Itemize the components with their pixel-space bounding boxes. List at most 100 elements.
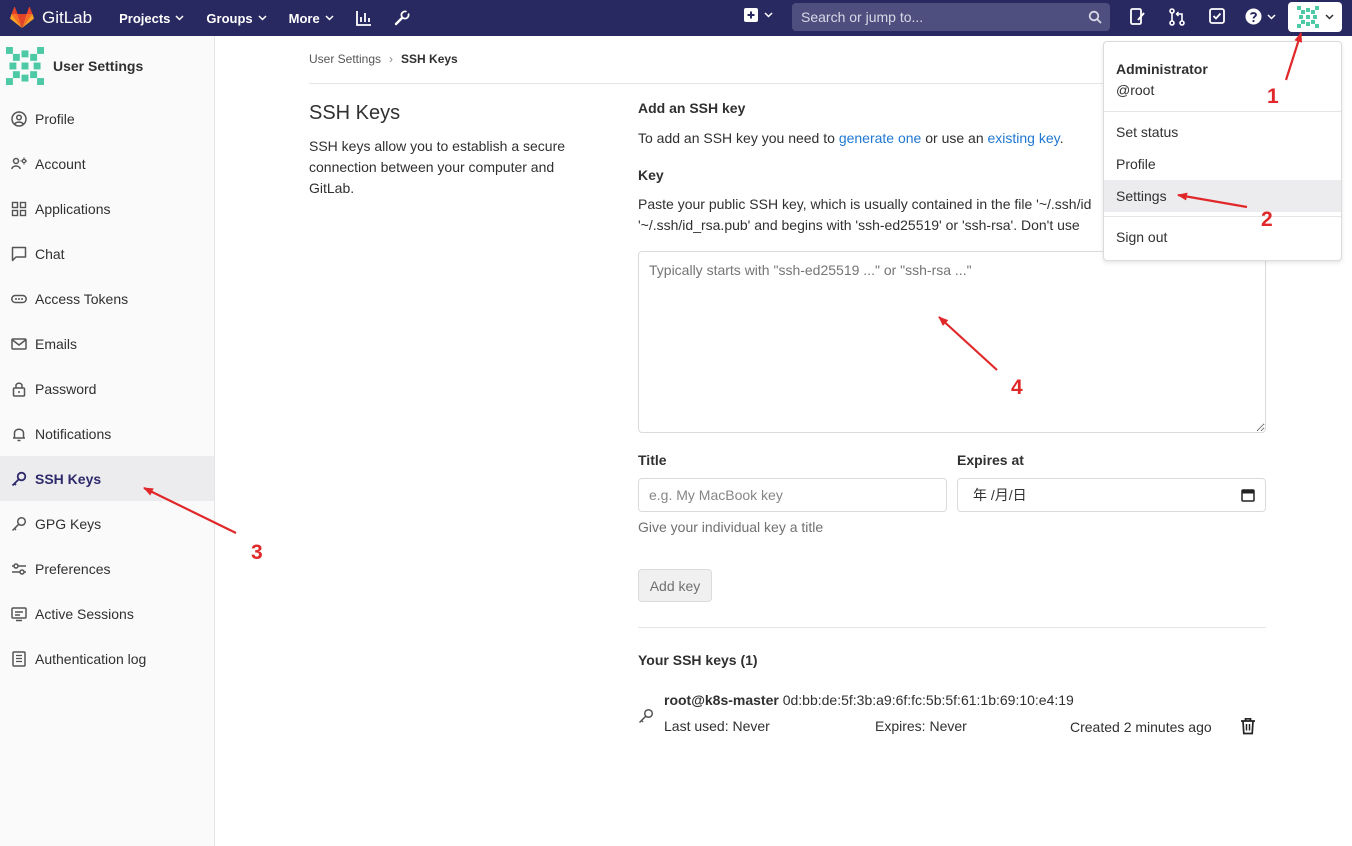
gitlab-logo[interactable]: GitLab: [10, 7, 92, 29]
menu-item-sign-out[interactable]: Sign out: [1104, 221, 1341, 253]
monitor-icon: [11, 606, 27, 622]
issues-icon[interactable]: [1130, 8, 1146, 26]
sidebar-item-applications[interactable]: Applications: [0, 191, 214, 226]
sidebar-title: User Settings: [53, 58, 144, 74]
sidebar-item-profile[interactable]: Profile: [0, 101, 214, 136]
key-help-line: Paste your public SSH key, which is usua…: [638, 196, 1092, 212]
your-ssh-keys-heading: Your SSH keys (1): [638, 652, 758, 668]
logo-text: GitLab: [42, 8, 93, 27]
help-text: or use an: [921, 130, 988, 146]
annotation-number-1: 1: [1267, 85, 1279, 108]
calendar-icon[interactable]: [1241, 488, 1255, 502]
page-title: SSH Keys: [309, 102, 401, 124]
chevron-down-icon: [764, 12, 773, 18]
sidebar-item-emails[interactable]: Emails: [0, 326, 214, 361]
delete-key-button[interactable]: [1240, 717, 1256, 738]
ssh-key-last-used: Last used: Never: [664, 718, 770, 734]
sidebar-item-authentication-log[interactable]: Authentication log: [0, 641, 214, 676]
sidebar-item-notifications[interactable]: Notifications: [0, 416, 214, 451]
breadcrumb-current[interactable]: SSH Keys: [401, 52, 458, 66]
help-text: .: [1059, 130, 1064, 146]
applications-icon: [11, 201, 27, 217]
sidebar-item-password[interactable]: Password: [0, 371, 214, 406]
token-icon: [11, 291, 27, 307]
divider: [1104, 111, 1341, 112]
help-button[interactable]: [1245, 8, 1276, 25]
sidebar-item-label: Account: [35, 155, 86, 172]
ssh-key-title[interactable]: root@k8s-master 0d:bb:de:5f:3b:a9:6f:fc:…: [664, 692, 1074, 708]
ssh-key-expires: Expires: Never: [875, 718, 967, 734]
sidebar-item-active-sessions[interactable]: Active Sessions: [0, 596, 214, 631]
sidebar-header[interactable]: User Settings: [0, 36, 214, 96]
todo-icon[interactable]: [1209, 8, 1225, 24]
existing-key-link[interactable]: existing key: [988, 130, 1060, 146]
key-icon: [638, 708, 654, 727]
menu-item-profile[interactable]: Profile: [1104, 148, 1341, 180]
expires-date-input[interactable]: 年 /月/日: [957, 478, 1266, 512]
chat-icon: [11, 246, 27, 262]
avatar: [1296, 6, 1319, 28]
key-icon: [11, 471, 27, 487]
help-icon: [1245, 8, 1262, 25]
page-description: SSH keys allow you to establish a secure…: [309, 138, 566, 196]
sidebar-item-label: SSH Keys: [35, 470, 102, 487]
sidebar-item-access-tokens[interactable]: Access Tokens: [0, 281, 214, 316]
menu-item-set-status[interactable]: Set status: [1104, 116, 1341, 148]
dropdown-user-name[interactable]: Administrator: [1116, 61, 1208, 77]
account-icon: [11, 156, 27, 172]
sidebar-item-ssh-keys[interactable]: SSH Keys: [0, 456, 214, 501]
add-ssh-key-heading: Add an SSH key: [638, 100, 746, 116]
chevron-down-icon: [258, 15, 267, 21]
chevron-down-icon: [1267, 13, 1276, 20]
key-label: Key: [638, 167, 664, 183]
breadcrumb: User Settings › SSH Keys: [309, 52, 458, 66]
sidebar-item-label: Active Sessions: [35, 605, 134, 622]
gitlab-fox-icon: [10, 7, 34, 28]
ssh-key-created: Created 2 minutes ago: [1070, 719, 1212, 735]
sidebar-item-gpg-keys[interactable]: GPG Keys: [0, 506, 214, 541]
generate-one-link[interactable]: generate one: [839, 130, 922, 146]
key-help-text: Paste your public SSH key, which is usua…: [638, 194, 1108, 236]
sidebar-item-label: Applications: [35, 200, 111, 217]
key-textarea[interactable]: [638, 251, 1266, 433]
nav-projects[interactable]: Projects: [119, 11, 184, 26]
search-placeholder: Search or jump to...: [801, 9, 924, 25]
sidebar-item-label: Chat: [35, 245, 65, 262]
nav-projects-label: Projects: [119, 10, 171, 26]
key-icon: [11, 516, 27, 532]
breadcrumb-parent[interactable]: User Settings: [309, 52, 381, 66]
user-menu-button[interactable]: [1288, 2, 1342, 32]
sidebar-item-chat[interactable]: Chat: [0, 236, 214, 271]
title-label: Title: [638, 452, 667, 468]
sidebar-item-label: Profile: [35, 110, 75, 127]
annotation-number-3: 3: [251, 541, 263, 564]
key-help-line: '~/.ssh/id_rsa.pub' and begins with 'ssh…: [638, 217, 1080, 233]
sidebar-item-label: Authentication log: [35, 650, 147, 667]
sidebar-item-preferences[interactable]: Preferences: [0, 551, 214, 586]
annotation-number-2: 2: [1261, 208, 1273, 231]
user-avatar: [6, 47, 44, 85]
menu-item-settings[interactable]: Settings: [1104, 180, 1341, 212]
ssh-key-name[interactable]: root@k8s-master: [664, 692, 779, 708]
top-navbar: GitLab Projects Groups More Search or ju…: [0, 0, 1352, 36]
sidebar-item-label: Access Tokens: [35, 290, 129, 307]
sidebar-item-account[interactable]: Account: [0, 146, 214, 181]
title-input[interactable]: [638, 478, 947, 512]
sidebar-item-label: GPG Keys: [35, 515, 102, 532]
nav-more[interactable]: More: [289, 11, 334, 26]
add-key-button[interactable]: Add key: [638, 569, 712, 602]
activity-chart-icon[interactable]: [355, 10, 372, 26]
search-icon: [1080, 10, 1110, 24]
annotation-number-4: 4: [1011, 376, 1023, 399]
admin-wrench-icon[interactable]: [394, 10, 410, 26]
profile-icon: [11, 110, 27, 127]
chevron-down-icon: [175, 15, 184, 21]
log-icon: [11, 650, 27, 667]
new-item-button[interactable]: [744, 8, 773, 22]
ssh-key-fingerprint: 0d:bb:de:5f:3b:a9:6f:fc:5b:5f:61:1b:69:1…: [782, 692, 1074, 708]
dropdown-username[interactable]: @root: [1116, 82, 1154, 98]
add-ssh-key-help: To add an SSH key you need to generate o…: [638, 130, 1064, 146]
nav-groups[interactable]: Groups: [206, 11, 267, 26]
search-input[interactable]: Search or jump to...: [792, 3, 1110, 31]
merge-request-icon[interactable]: [1169, 8, 1185, 26]
